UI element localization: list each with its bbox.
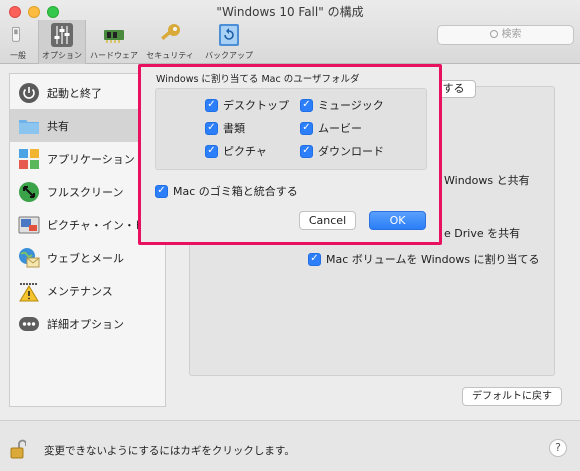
movies-checkbox[interactable]: ✓ ムービー (300, 120, 362, 136)
checkmark-icon: ✓ (308, 252, 321, 266)
switch-icon (12, 27, 20, 42)
toolbar-security[interactable]: セキュリティ (144, 20, 196, 64)
unlocked-padlock-icon[interactable] (10, 439, 26, 459)
help-button[interactable]: ? (549, 439, 567, 457)
restore-defaults-button[interactable]: デフォルトに戻す (462, 387, 562, 406)
title-bar: "Windows 10 Fall" の構成 一般 オプション ハードウェア セキ… (0, 0, 580, 64)
checkmark-icon: ✓ (205, 144, 218, 158)
pictures-checkbox[interactable]: ✓ ピクチャ (205, 143, 267, 159)
checkmark-icon: ✓ (300, 144, 313, 158)
sidebar-item-web-and-mail[interactable]: ウェブとメール (10, 241, 165, 274)
mac-volumes-checkbox[interactable]: ✓ Mac ボリュームを Windows に割り当てる (308, 251, 540, 267)
checkmark-icon: ✓ (300, 98, 313, 112)
checkmark-icon: ✓ (205, 121, 218, 135)
key-icon (161, 24, 180, 41)
toolbar-hardware[interactable]: ハードウェア (88, 20, 140, 64)
sidebar-item-maintenance[interactable]: メンテナンス (10, 274, 165, 307)
search-input[interactable]: 検索 (437, 25, 574, 45)
chip-icon (104, 30, 124, 43)
windows-share-label: Windows と共有 (444, 174, 530, 187)
checkmark-icon: ✓ (300, 121, 313, 135)
cancel-button[interactable]: Cancel (299, 211, 356, 230)
toolbar-options[interactable]: オプション (38, 20, 86, 64)
ok-button[interactable]: OK (369, 211, 426, 230)
dialog-title: Windows に割り当てる Mac のユーザフォルダ (156, 74, 360, 85)
maintenance-icon (18, 280, 40, 302)
sliders-icon (51, 23, 73, 47)
downloads-checkbox[interactable]: ✓ ダウンロード (300, 143, 384, 159)
documents-checkbox[interactable]: ✓ 書類 (205, 120, 245, 136)
sidebar-item-advanced[interactable]: 詳細オプション (10, 307, 165, 340)
folder-checkbox-group: ✓ デスクトップ ✓ ミュージック ✓ 書類 ✓ ムービー ✓ ピクチャ ✓ ダウンロード (155, 88, 427, 170)
checkmark-icon: ✓ (155, 184, 168, 198)
user-folders-dialog: Windows に割り当てる Mac のユーザフォルダ ✓ デスクトップ ✓ ミュー… (141, 67, 439, 242)
desktop-checkbox[interactable]: ✓ デスクトップ (205, 97, 289, 113)
music-checkbox[interactable]: ✓ ミュージック (300, 97, 384, 113)
checkmark-icon: ✓ (205, 98, 218, 112)
toolbar-backup[interactable]: バックアップ (202, 20, 256, 64)
backup-icon (219, 24, 239, 46)
more-icon (18, 313, 40, 335)
globe-mail-icon (18, 247, 40, 269)
toolbar-general[interactable]: 一般 (4, 20, 32, 64)
fullscreen-icon (18, 181, 40, 203)
power-icon (18, 82, 40, 104)
onedrive-share-label: e Drive を共有 (444, 227, 521, 240)
picture-in-picture-icon (18, 214, 40, 236)
search-icon (489, 30, 498, 38)
footer-bar: 変更できないようにするにはカギをクリックします。 ? (0, 420, 580, 471)
lock-hint-text: 変更できないようにするにはカギをクリックします。 (44, 445, 295, 457)
apps-icon (18, 148, 40, 170)
window-title: "Windows 10 Fall" の構成 (216, 5, 364, 19)
trash-integration-checkbox[interactable]: ✓ Mac のゴミ箱と統合する (155, 183, 298, 199)
folder-icon (18, 115, 40, 137)
